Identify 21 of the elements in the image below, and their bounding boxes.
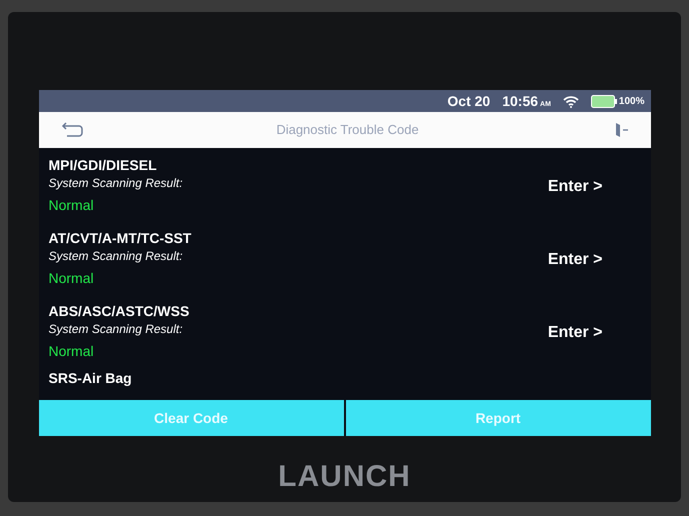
scan-result-status: Normal bbox=[48, 342, 95, 360]
enter-button[interactable]: Enter > bbox=[548, 320, 602, 344]
back-icon[interactable] bbox=[60, 122, 82, 138]
scan-result-label: System Scanning Result: bbox=[48, 248, 184, 264]
system-name: SRS-Air Bag bbox=[48, 369, 132, 387]
battery-percent: 100% bbox=[618, 94, 644, 108]
system-name: MPI/GDI/DIESEL bbox=[48, 156, 158, 174]
scan-result-label: System Scanning Result: bbox=[48, 174, 183, 192]
status-time: 10:56 bbox=[502, 92, 538, 110]
wifi-icon bbox=[562, 94, 579, 108]
system-name: AT/CVT/A-MT/TC-SST bbox=[48, 228, 192, 246]
screen-title: Diagnostic Trouble Code bbox=[275, 121, 420, 140]
scan-result-status: Normal bbox=[48, 268, 95, 288]
brand-logo: LAUNCH bbox=[278, 459, 411, 495]
scan-result-label: System Scanning Result: bbox=[48, 320, 184, 338]
battery-icon bbox=[590, 94, 617, 108]
enter-button[interactable]: Enter > bbox=[548, 174, 602, 198]
status-date: Oct 20 bbox=[447, 92, 490, 110]
enter-button[interactable]: Enter > bbox=[548, 248, 602, 272]
scan-result-status: Normal bbox=[48, 196, 95, 214]
system-name: ABS/ASC/ASTC/WSS bbox=[48, 302, 190, 320]
